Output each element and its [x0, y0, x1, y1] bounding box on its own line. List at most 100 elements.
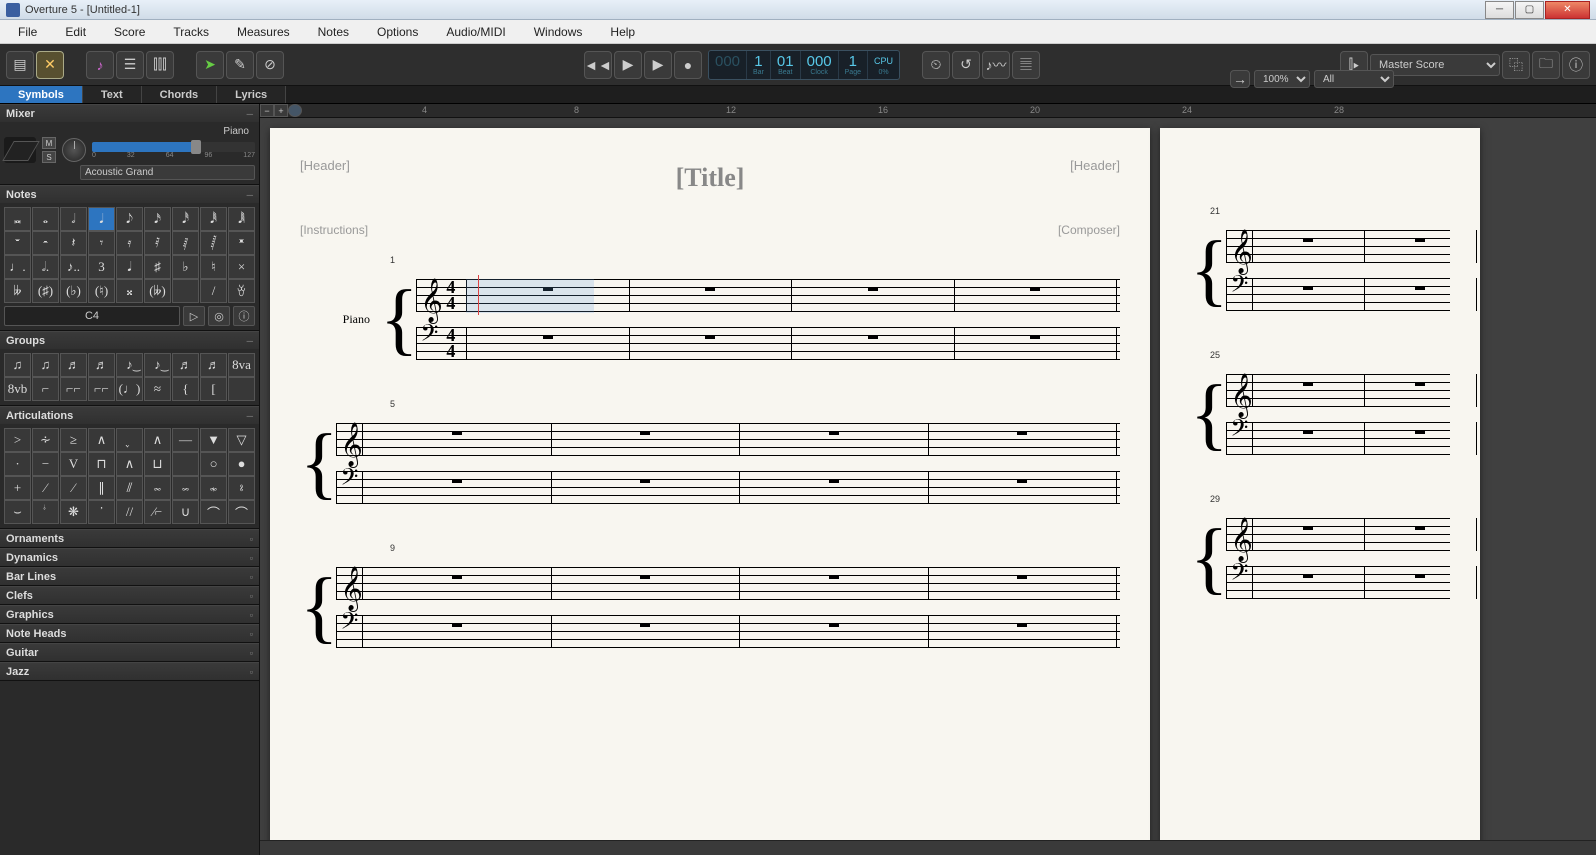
symbol-cell[interactable]: ♪͜ [116, 353, 143, 377]
menu-help[interactable]: Help [596, 23, 649, 41]
play2-button[interactable]: ▶ [644, 51, 672, 79]
symbol-cell[interactable]: — [172, 428, 199, 452]
symbol-cell[interactable]: ∧ [88, 428, 115, 452]
staff-system[interactable]: 9{𝄞𝄢 [300, 555, 1120, 659]
jazz-header[interactable]: Jazz▫ [0, 662, 259, 680]
symbol-cell[interactable]: (♭) [60, 279, 87, 303]
whole-rest[interactable] [1415, 382, 1425, 386]
whole-rest[interactable] [1415, 526, 1425, 530]
title-field[interactable]: [Title] [300, 163, 1120, 193]
menu-edit[interactable]: Edit [51, 23, 100, 41]
symbol-cell[interactable]: ♬ [60, 353, 87, 377]
mixer-header[interactable]: Mixer─ [0, 104, 259, 122]
whole-rest[interactable] [1303, 286, 1313, 290]
whole-rest[interactable] [640, 623, 650, 627]
groups-header[interactable]: Groups─ [0, 331, 259, 349]
symbol-cell[interactable]: 𝄪 [116, 279, 143, 303]
page-scroll[interactable]: [Header] [Header] [Title] [Instructions]… [260, 118, 1596, 840]
graphics-header[interactable]: Graphics▫ [0, 605, 259, 623]
whole-rest[interactable] [640, 479, 650, 483]
menu-notes[interactable]: Notes [304, 23, 363, 41]
mixer-view-button[interactable]: ⫿⫿⫿ [146, 51, 174, 79]
symbol-cell[interactable]: ♭ [172, 255, 199, 279]
symbol-cell[interactable]: (♮) [88, 279, 115, 303]
symbol-cell[interactable]: ∻ [32, 428, 59, 452]
score-page-1[interactable]: [Header] [Header] [Title] [Instructions]… [270, 128, 1150, 840]
symbol-cell[interactable]: { [172, 377, 199, 401]
symbol-cell[interactable]: 8va [228, 353, 255, 377]
symbol-cell[interactable]: 𝄫 [4, 279, 31, 303]
guitar-header[interactable]: Guitar▫ [0, 643, 259, 661]
symbol-cell[interactable]: ≈ [144, 377, 171, 401]
symbol-cell[interactable]: 𝅘𝅥𝅮 [116, 207, 143, 231]
symbol-cell[interactable]: ♬ [200, 353, 227, 377]
instrument-select[interactable]: Acoustic Grand [80, 165, 255, 180]
clefs-header[interactable]: Clefs▫ [0, 586, 259, 604]
whole-rest[interactable] [640, 575, 650, 579]
solo-button[interactable]: S [42, 151, 56, 163]
symbol-cell[interactable]: ♫ [32, 353, 59, 377]
volume-slider[interactable] [92, 142, 255, 152]
noteheads-header[interactable]: Note Heads▫ [0, 624, 259, 642]
symbol-cell[interactable]: 𝅝 [32, 207, 59, 231]
whole-rest[interactable] [1017, 431, 1027, 435]
symbol-cell[interactable]: ꈊ [228, 279, 255, 303]
symbol-cell[interactable]: ⌐ [32, 377, 59, 401]
symbol-cell[interactable] [172, 452, 199, 476]
symbol-cell[interactable]: + [4, 476, 31, 500]
symbol-cell[interactable]: 𝆚 [228, 476, 255, 500]
whole-rest[interactable] [868, 287, 878, 291]
list-view-button[interactable]: ☰ [116, 51, 144, 79]
whole-rest[interactable] [1303, 430, 1313, 434]
symbol-cell[interactable]: 𝄼 [32, 231, 59, 255]
record-button[interactable]: ● [674, 51, 702, 79]
whole-rest[interactable] [1303, 238, 1313, 242]
tab-lyrics[interactable]: Lyrics [217, 86, 286, 103]
symbol-cell[interactable]: ⌒ [200, 500, 227, 524]
whole-rest[interactable] [1030, 287, 1040, 291]
ruler-marker[interactable] [288, 104, 302, 117]
symbol-cell[interactable]: · [4, 452, 31, 476]
symbol-cell[interactable]: 𝅘𝅥𝅯 [144, 207, 171, 231]
symbol-cell[interactable] [228, 377, 255, 401]
symbol-cell[interactable]: 3 [88, 255, 115, 279]
notes-header[interactable]: Notes─ [0, 185, 259, 203]
track-filter-select[interactable]: All [1314, 70, 1394, 88]
play-pitch-button[interactable]: ▷ [183, 306, 205, 326]
whole-rest[interactable] [1415, 286, 1425, 290]
menu-tracks[interactable]: Tracks [159, 23, 223, 41]
composer-field[interactable]: [Composer] [1058, 223, 1120, 237]
whole-rest[interactable] [543, 335, 553, 339]
symbol-cell[interactable]: ▼ [200, 428, 227, 452]
symbol-cell[interactable] [172, 279, 199, 303]
symbol-cell[interactable]: ♪.. [60, 255, 87, 279]
whole-rest[interactable] [705, 335, 715, 339]
ruler-plus[interactable]: + [274, 104, 288, 117]
whole-rest[interactable] [452, 431, 462, 435]
mute-button[interactable]: M [42, 137, 56, 149]
info-button[interactable]: ⓘ [1562, 51, 1590, 79]
time-signature[interactable]: 44 [446, 279, 455, 311]
menu-measures[interactable]: Measures [223, 23, 304, 41]
articulations-header[interactable]: Articulations─ [0, 406, 259, 424]
instrument-label[interactable]: Piano [300, 312, 380, 327]
whole-rest[interactable] [1017, 575, 1027, 579]
staff-system[interactable]: 1Piano{𝄞44𝄢44 [300, 267, 1120, 371]
staff-system[interactable]: 29{𝄞𝄢 [1190, 506, 1450, 610]
symbol-cell[interactable]: ⌐⌐ [60, 377, 87, 401]
symbol-cell[interactable]: 𝄺 [228, 231, 255, 255]
symbol-cell[interactable]: ∧ [116, 452, 143, 476]
whole-rest[interactable] [452, 623, 462, 627]
folder-button[interactable]: 🗀 [1532, 51, 1560, 79]
tab-chords[interactable]: Chords [142, 86, 218, 103]
symbol-cell[interactable]: V [60, 452, 87, 476]
symbol-cell[interactable]: ○ [200, 452, 227, 476]
symbol-cell[interactable]: ∥ [88, 476, 115, 500]
whole-rest[interactable] [1303, 526, 1313, 530]
symbol-cell[interactable]: 𝅜 [4, 207, 31, 231]
erase-tool[interactable]: ⊘ [256, 51, 284, 79]
symbol-cell[interactable]: 𝅿 [116, 428, 143, 452]
score-page-2[interactable]: 21{𝄞𝄢25{𝄞𝄢29{𝄞𝄢 [1160, 128, 1480, 840]
symbol-cell[interactable]: 𝆗 [144, 476, 171, 500]
play-button[interactable]: ▶ [614, 51, 642, 79]
